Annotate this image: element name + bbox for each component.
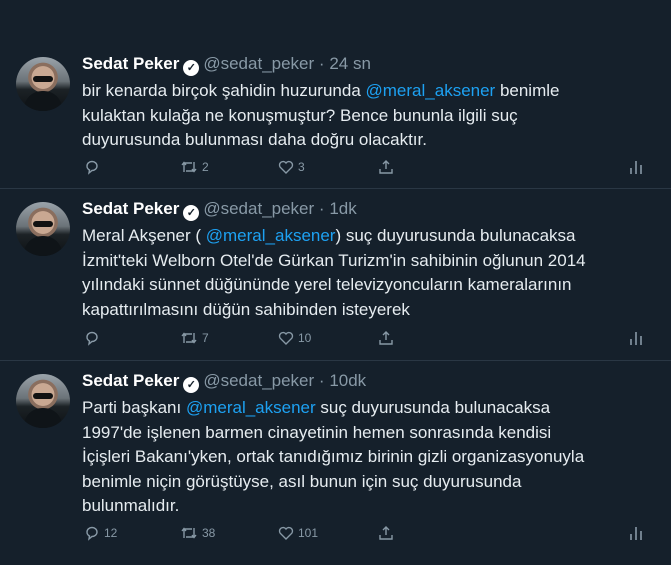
author-name[interactable]: Sedat Peker xyxy=(82,54,179,73)
timestamp[interactable]: 10dk xyxy=(329,371,366,390)
share-button[interactable] xyxy=(378,159,394,175)
author-handle[interactable]: @sedat_peker xyxy=(203,199,314,218)
retweet-icon xyxy=(181,332,197,344)
verified-badge-icon: ✓ xyxy=(183,377,200,393)
analytics-icon xyxy=(630,332,642,345)
verified-badge-icon: ✓ xyxy=(183,60,200,76)
tweet-text: Parti başkanı @meral_aksener suç duyurus… xyxy=(82,396,652,519)
separator: · xyxy=(318,54,325,73)
tweet-actions: 7 10 xyxy=(0,330,671,350)
author-name[interactable]: Sedat Peker xyxy=(82,371,179,390)
mention-link[interactable]: @meral_aksener xyxy=(366,81,496,100)
mention-link[interactable]: @meral_aksener xyxy=(206,226,336,245)
analytics-button[interactable] xyxy=(629,157,643,178)
reply-count: 12 xyxy=(104,526,118,540)
retweet-icon xyxy=(181,161,197,173)
retweet-count: 2 xyxy=(202,160,209,174)
text-segment: Meral Akşener ( xyxy=(82,226,206,245)
heart-icon xyxy=(278,160,294,174)
tweet-2[interactable]: Sedat Peker ✓ @sedat_peker · 1dk Meral Akş… xyxy=(0,190,671,361)
avatar[interactable] xyxy=(16,202,70,256)
analytics-button[interactable] xyxy=(629,523,643,544)
retweet-button[interactable]: 7 xyxy=(180,330,209,346)
reply-icon xyxy=(86,526,98,541)
author-name[interactable]: Sedat Peker xyxy=(82,199,179,218)
mention-link[interactable]: @meral_aksener xyxy=(186,398,316,417)
share-icon xyxy=(379,526,393,540)
tweet-header: Sedat Peker ✓ @sedat_peker · 24 sn xyxy=(82,54,371,76)
tweet-actions: 12 38 101 xyxy=(0,525,671,545)
timestamp[interactable]: 1dk xyxy=(329,199,356,218)
tweet-header: Sedat Peker ✓ @sedat_peker · 10dk xyxy=(82,371,366,393)
tweet-1[interactable]: Sedat Peker ✓ @sedat_peker · 24 sn bir ken… xyxy=(0,45,671,189)
analytics-icon xyxy=(630,161,642,174)
author-handle[interactable]: @sedat_peker xyxy=(203,54,314,73)
retweet-count: 7 xyxy=(202,331,209,345)
separator: · xyxy=(318,371,325,390)
share-icon xyxy=(379,331,393,345)
author-handle[interactable]: @sedat_peker xyxy=(203,371,314,390)
retweet-button[interactable]: 38 xyxy=(180,525,215,541)
tweet-text: bir kenarda birçok şahidin huzurunda @me… xyxy=(82,79,652,153)
like-button[interactable]: 10 xyxy=(278,330,311,346)
tweet-actions: 2 3 xyxy=(0,159,671,179)
tweet-header: Sedat Peker ✓ @sedat_peker · 1dk xyxy=(82,199,357,221)
separator: · xyxy=(318,199,325,218)
reply-icon xyxy=(86,160,98,175)
text-segment: bir kenarda birçok şahidin huzurunda xyxy=(82,81,366,100)
avatar[interactable] xyxy=(16,57,70,111)
share-button[interactable] xyxy=(378,525,394,541)
share-icon xyxy=(379,160,393,174)
text-segment: Parti başkanı xyxy=(82,398,186,417)
timestamp[interactable]: 24 sn xyxy=(329,54,371,73)
like-count: 10 xyxy=(298,331,312,345)
retweet-icon xyxy=(181,527,197,539)
like-button[interactable]: 101 xyxy=(278,525,318,541)
tweet-text: Meral Akşener ( @meral_aksener) suç duyu… xyxy=(82,224,652,322)
avatar[interactable] xyxy=(16,374,70,428)
heart-icon xyxy=(278,331,294,345)
reply-button[interactable] xyxy=(84,330,104,346)
analytics-button[interactable] xyxy=(629,328,643,349)
reply-button[interactable] xyxy=(84,159,104,175)
like-count: 3 xyxy=(298,160,305,174)
share-button[interactable] xyxy=(378,330,394,346)
retweet-count: 38 xyxy=(202,526,216,540)
retweet-button[interactable]: 2 xyxy=(180,159,209,175)
like-button[interactable]: 3 xyxy=(278,159,305,175)
heart-icon xyxy=(278,526,294,540)
reply-icon xyxy=(86,331,98,346)
reply-button[interactable]: 12 xyxy=(84,525,117,541)
analytics-icon xyxy=(630,527,642,540)
like-count: 101 xyxy=(298,526,319,540)
verified-badge-icon: ✓ xyxy=(183,205,200,221)
tweet-3[interactable]: Sedat Peker ✓ @sedat_peker · 10dk Parti ba… xyxy=(0,362,671,565)
